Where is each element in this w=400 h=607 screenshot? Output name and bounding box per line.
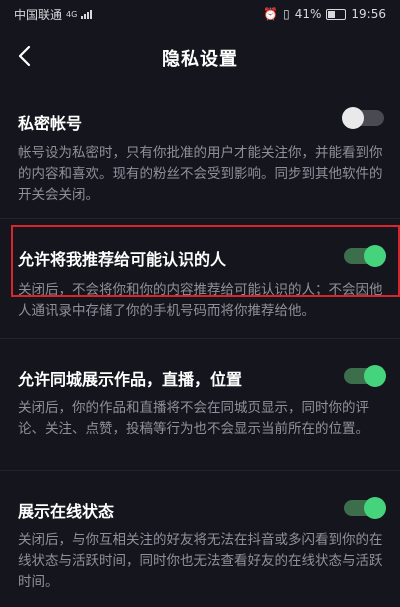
highlight-box <box>11 225 400 297</box>
battery-percent: 41% <box>294 7 322 21</box>
toggle-knob <box>342 107 364 129</box>
vibrate-icon: ▯ <box>283 7 290 21</box>
alarm-icon: ⏰ <box>263 7 279 21</box>
signal-icon <box>81 9 93 19</box>
local-display-toggle[interactable] <box>344 365 386 387</box>
carrier-label: 中国联通 <box>14 7 63 22</box>
network-label: 4G <box>66 9 78 19</box>
divider <box>0 338 400 339</box>
private-account-toggle[interactable] <box>342 107 384 129</box>
online-status-toggle[interactable] <box>344 497 386 519</box>
setting-title: 私密帐号 <box>18 114 83 133</box>
divider <box>0 470 400 471</box>
setting-description: 关闭后，你的作品和直播将不会在同城页显示，同时你的评论、关注、点赞，投稿等行为也… <box>18 400 369 437</box>
clock-time: 19:56 <box>351 7 386 21</box>
status-bar: 中国联通 4G ⏰ ▯ 41% 19:56 <box>0 0 400 28</box>
toggle-knob <box>364 365 386 387</box>
setting-title: 允许同城展示作品，直播，位置 <box>18 370 243 389</box>
page-title: 隐私设置 <box>162 49 238 70</box>
setting-title: 展示在线状态 <box>18 502 115 521</box>
divider <box>0 218 400 219</box>
setting-description: 关闭后，与你互相关注的好友将无法在抖音或多闪看到你的在线状态与活跃时间，同时你也… <box>18 532 383 590</box>
battery-icon <box>326 8 347 20</box>
toggle-knob <box>364 497 386 519</box>
setting-description: 帐号设为私密时，只有你批准的用户才能关注你，并能看到你的内容和喜欢。现有的粉丝不… <box>18 145 383 203</box>
nav-bar: 隐私设置 <box>0 34 400 78</box>
